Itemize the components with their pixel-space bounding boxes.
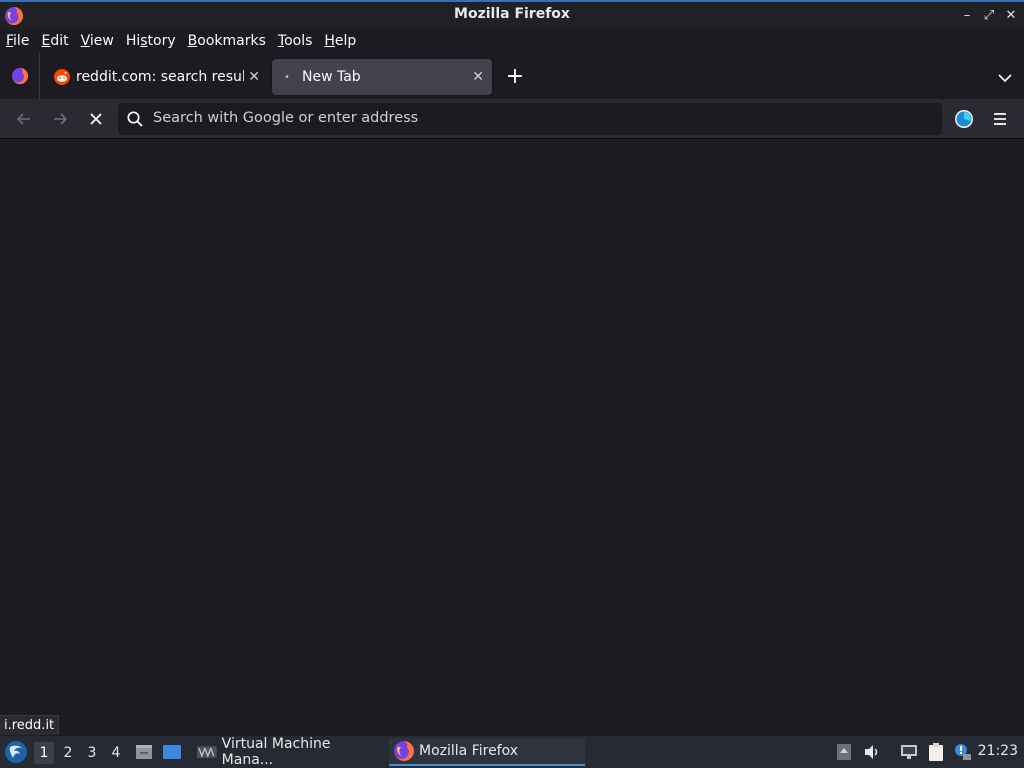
menu-edit[interactable]: Edit xyxy=(35,33,74,49)
tab-new-tab[interactable]: • New Tab ✕ xyxy=(272,59,492,95)
taskbar: 1 2 3 4 Virtual Machine Mana... Mozilla … xyxy=(0,736,1024,768)
notification-icon[interactable] xyxy=(952,742,972,762)
page-content xyxy=(0,140,1024,736)
stop-button[interactable] xyxy=(86,109,106,129)
tab-label: reddit.com: search result xyxy=(76,69,244,85)
url-bar[interactable]: Search with Google or enter address xyxy=(118,103,942,135)
window-titlebar: Mozilla Firefox – ⤢ ✕ xyxy=(0,0,1024,29)
close-tab-icon[interactable]: ✕ xyxy=(472,69,484,85)
network-icon[interactable] xyxy=(899,742,919,762)
task-label: Mozilla Firefox xyxy=(419,743,519,759)
tab-label: New Tab xyxy=(302,69,361,85)
tab-reddit[interactable]: reddit.com: search result ✕ xyxy=(46,59,268,95)
menu-bookmarks[interactable]: Bookmarks xyxy=(182,33,272,49)
reddit-icon xyxy=(54,69,70,85)
start-menu-icon[interactable] xyxy=(4,740,28,764)
virt-manager-icon xyxy=(196,746,217,758)
window-controls: – ⤢ ✕ xyxy=(960,5,1018,25)
task-label: Virtual Machine Mana... xyxy=(221,736,331,768)
menu-help[interactable]: Help xyxy=(318,33,362,49)
menu-bar: File Edit View History Bookmarks Tools H… xyxy=(0,29,1024,53)
back-button[interactable] xyxy=(14,109,34,129)
status-panel: i.redd.it xyxy=(0,715,60,735)
close-window-icon[interactable]: ✕ xyxy=(1004,5,1018,25)
workspace-1[interactable]: 1 xyxy=(34,742,54,764)
stop-icon xyxy=(90,113,102,125)
volume-icon[interactable] xyxy=(862,742,882,762)
clipboard-icon[interactable] xyxy=(926,742,946,762)
workspace-3[interactable]: 3 xyxy=(82,742,102,764)
account-icon[interactable] xyxy=(954,109,974,129)
restore-icon[interactable]: ⤢ xyxy=(982,5,996,25)
arrow-right-icon xyxy=(54,113,68,125)
url-input[interactable]: Search with Google or enter address xyxy=(153,110,418,126)
file-manager-icon[interactable] xyxy=(134,742,154,762)
firefox-view-button[interactable] xyxy=(0,53,40,99)
firefox-icon xyxy=(394,741,414,761)
minimize-icon[interactable]: – xyxy=(960,5,974,25)
workspace-2[interactable]: 2 xyxy=(58,742,78,764)
menu-tools[interactable]: Tools xyxy=(272,33,319,49)
clock: 21:23 xyxy=(977,743,1018,759)
close-tab-icon[interactable]: ✕ xyxy=(248,69,260,85)
tray-expand-icon[interactable] xyxy=(834,742,854,762)
navigation-toolbar: Search with Google or enter address xyxy=(0,99,1024,139)
tab-strip: reddit.com: search result ✕ • New Tab ✕ … xyxy=(0,53,1024,99)
forward-button[interactable] xyxy=(50,109,70,129)
menu-file[interactable]: File xyxy=(0,33,35,49)
desktop-icon[interactable] xyxy=(162,742,182,762)
task-virtual-machine-manager[interactable]: Virtual Machine Mana... xyxy=(192,736,384,768)
arrow-left-icon xyxy=(16,113,30,125)
window-title: Mozilla Firefox xyxy=(454,6,570,22)
hamburger-menu-icon[interactable] xyxy=(990,109,1010,129)
search-icon xyxy=(127,111,143,127)
menu-history[interactable]: History xyxy=(120,33,182,49)
menu-view[interactable]: View xyxy=(75,33,120,49)
chevron-down-icon[interactable] xyxy=(996,69,1014,87)
firefox-view-icon xyxy=(11,67,28,85)
dot-icon: • xyxy=(284,71,290,83)
new-tab-button[interactable]: + xyxy=(503,66,527,90)
workspace-4[interactable]: 4 xyxy=(106,742,126,764)
task-mozilla-firefox[interactable]: Mozilla Firefox xyxy=(389,738,585,766)
